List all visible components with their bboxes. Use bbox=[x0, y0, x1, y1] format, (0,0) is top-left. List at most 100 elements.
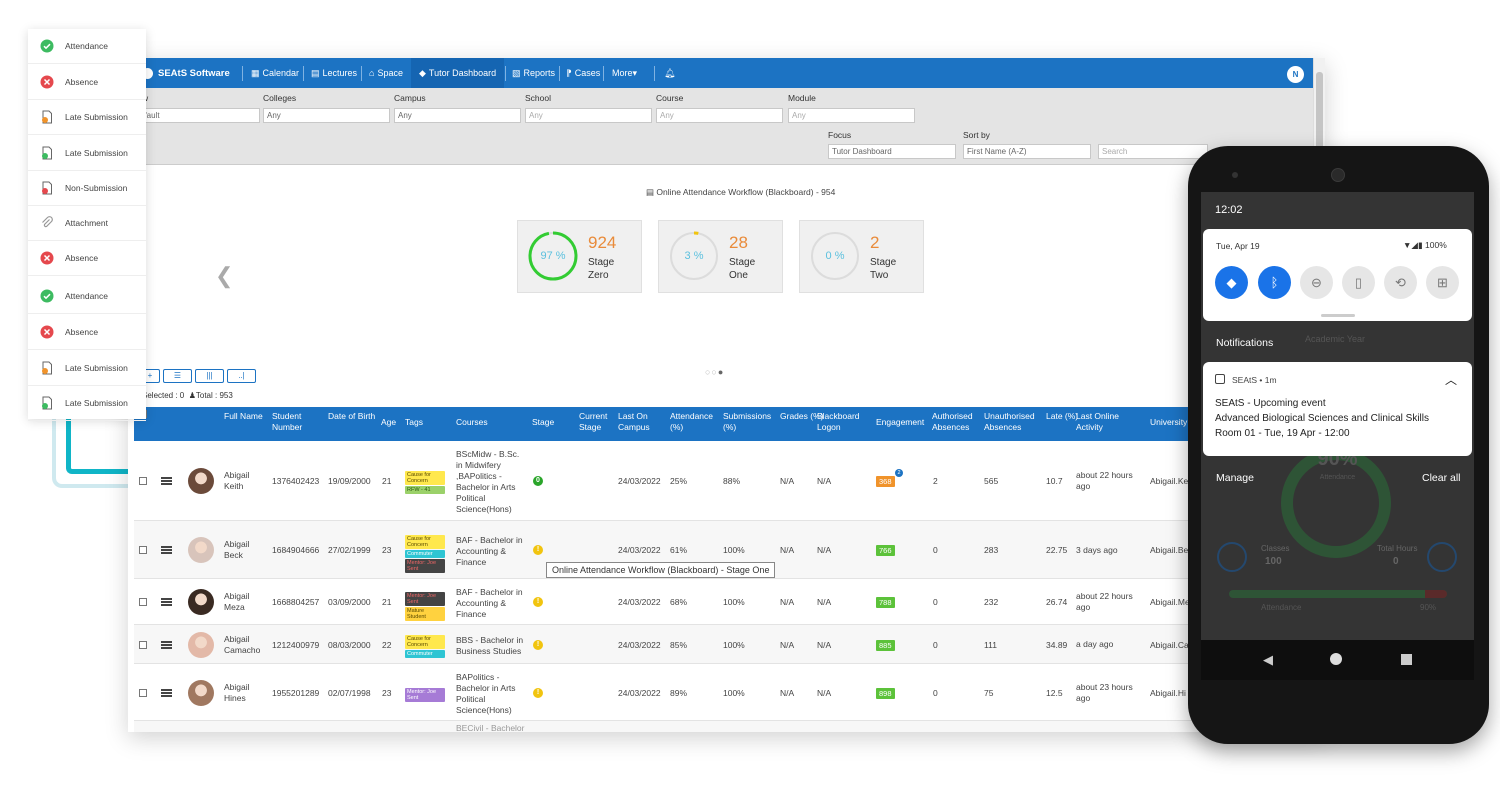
column-view-button[interactable]: ||| bbox=[195, 369, 224, 383]
row-menu-icon[interactable] bbox=[161, 546, 172, 554]
tag-badge[interactable]: Mentor: Joe Sent bbox=[405, 687, 445, 702]
student-name[interactable]: Abigail Meza bbox=[224, 591, 250, 613]
student-name[interactable]: Abigail Hines bbox=[224, 682, 250, 704]
activity-item[interactable]: Late Submission bbox=[28, 386, 146, 421]
manage-button[interactable]: Manage bbox=[1216, 472, 1254, 484]
table-row[interactable]: BECivil - Bachelor bbox=[134, 721, 1313, 732]
activity-item[interactable]: Non-Submission bbox=[28, 171, 146, 206]
bluetooth-toggle-icon[interactable]: ᛒ bbox=[1258, 266, 1291, 299]
tag-badge[interactable]: Cause for Concern bbox=[405, 471, 445, 485]
activity-item[interactable]: Attendance bbox=[28, 29, 146, 64]
column-header[interactable]: Student Number bbox=[272, 411, 324, 433]
activity-item[interactable]: Late Submission bbox=[28, 100, 146, 135]
sort-select[interactable]: First Name (A-Z) bbox=[963, 144, 1091, 159]
activity-item[interactable]: Late Submission bbox=[28, 136, 146, 171]
column-header[interactable]: Courses bbox=[456, 417, 488, 428]
stage-indicator[interactable]: ! bbox=[533, 639, 543, 650]
column-header[interactable]: Unauthorised Absences bbox=[984, 411, 1036, 433]
activity-item[interactable]: Absence bbox=[28, 65, 146, 100]
notification-card[interactable]: SEAtS • 1m ︿ SEAtS - Upcoming event Adva… bbox=[1203, 362, 1472, 456]
column-header[interactable]: University bbox=[1150, 417, 1187, 428]
recents-icon[interactable] bbox=[1401, 654, 1412, 665]
column-header[interactable]: Engagement bbox=[876, 417, 924, 428]
colleges-select[interactable]: Any bbox=[263, 108, 390, 123]
workflow-card-stage-one[interactable]: 3 % 28 Stage One bbox=[658, 220, 783, 293]
nav-lectures[interactable]: ▤ Lectures bbox=[311, 58, 357, 88]
avatar[interactable] bbox=[188, 589, 214, 615]
dnd-toggle-icon[interactable]: ⊖ bbox=[1300, 266, 1333, 299]
wifi-toggle-icon[interactable]: ◆ bbox=[1215, 266, 1248, 299]
activity-item[interactable]: Absence bbox=[28, 315, 146, 350]
activity-item[interactable]: Attachment bbox=[28, 206, 146, 241]
tag-badge[interactable]: Commuter bbox=[405, 649, 445, 658]
flashlight-toggle-icon[interactable]: ▯ bbox=[1342, 266, 1375, 299]
engagement-badge[interactable]: 898 bbox=[876, 687, 895, 699]
clear-all-button[interactable]: Clear all bbox=[1422, 472, 1461, 484]
bell-icon[interactable]: 🔔︎ bbox=[664, 58, 675, 88]
column-header[interactable]: Age bbox=[381, 417, 396, 428]
engagement-badge[interactable]: 885 bbox=[876, 639, 895, 651]
workflow-card-stage-two[interactable]: 0 % 2 Stage Two bbox=[799, 220, 924, 293]
student-name[interactable]: Abigail Beck bbox=[224, 539, 250, 561]
chart-view-button[interactable]: ..| bbox=[227, 369, 256, 383]
column-header[interactable]: Submissions (%) bbox=[723, 411, 775, 433]
nav-more[interactable]: More▾ bbox=[612, 58, 637, 88]
column-header[interactable]: Attendance (%) bbox=[670, 411, 722, 433]
search-input[interactable]: Search bbox=[1098, 144, 1208, 159]
row-menu-icon[interactable] bbox=[161, 598, 172, 606]
column-header[interactable]: Stage bbox=[532, 417, 554, 428]
avatar[interactable] bbox=[188, 537, 214, 563]
avatar[interactable] bbox=[188, 468, 214, 494]
nav-cases[interactable]: ⁋ Cases bbox=[566, 58, 600, 88]
brand-logo[interactable]: SEAtS Software bbox=[142, 58, 230, 88]
nav-space[interactable]: ⌂ Space bbox=[369, 58, 403, 88]
column-header[interactable]: Last On Campus bbox=[618, 411, 670, 433]
nav-tutor-dashboard[interactable]: ◆ Tutor Dashboard bbox=[411, 58, 505, 88]
table-row[interactable]: Abigail Meza 1668804257 03/09/2000 21 Mentor:… bbox=[134, 579, 1313, 625]
column-header[interactable]: Date of Birth bbox=[328, 411, 380, 422]
view-select[interactable]: efault bbox=[136, 108, 260, 123]
workflow-card-stage-zero[interactable]: 97 % 924 Stage Zero bbox=[517, 220, 642, 293]
row-menu-icon[interactable] bbox=[161, 477, 172, 485]
activity-item[interactable]: Absence bbox=[28, 241, 146, 276]
tag-badge[interactable]: Cause for Concern bbox=[405, 634, 445, 649]
column-header[interactable]: Last Online Activity bbox=[1076, 411, 1128, 433]
panel-handle[interactable] bbox=[1321, 314, 1355, 317]
carousel-dots[interactable]: ○○● bbox=[705, 367, 724, 377]
stage-indicator[interactable]: ! bbox=[533, 597, 543, 607]
back-icon[interactable]: ◀ bbox=[1263, 652, 1273, 668]
school-select[interactable]: Any bbox=[525, 108, 652, 123]
engagement-badge[interactable]: 368 bbox=[876, 476, 895, 487]
column-header[interactable]: Authorised Absences bbox=[932, 411, 984, 433]
avatar[interactable] bbox=[188, 631, 214, 658]
row-checkbox[interactable] bbox=[139, 546, 147, 554]
tag-badge[interactable]: RFW - 41 bbox=[405, 486, 445, 494]
home-icon[interactable] bbox=[1330, 653, 1342, 665]
tag-badge[interactable]: Cause for Concern bbox=[405, 535, 445, 549]
collapse-chevron-icon[interactable]: ︿ bbox=[1445, 371, 1457, 388]
battery-saver-toggle-icon[interactable]: ⊞ bbox=[1426, 266, 1459, 299]
nav-reports[interactable]: ▧ Reports bbox=[512, 58, 555, 88]
student-name[interactable]: Abigail Keith bbox=[224, 470, 250, 492]
column-header[interactable]: Full Name bbox=[224, 411, 276, 422]
course-select[interactable]: Any bbox=[656, 108, 783, 123]
avatar[interactable] bbox=[188, 679, 214, 706]
column-header[interactable]: Tags bbox=[405, 417, 423, 428]
activity-item[interactable]: Attendance bbox=[28, 279, 146, 314]
campus-select[interactable]: Any bbox=[394, 108, 521, 123]
carousel-prev-icon[interactable]: ❮ bbox=[215, 263, 233, 289]
table-row[interactable]: Abigail Camacho 1212400979 08/03/2000 22 Caus… bbox=[134, 625, 1313, 664]
row-menu-icon[interactable] bbox=[161, 640, 172, 649]
rotate-toggle-icon[interactable]: ⟲ bbox=[1384, 266, 1417, 299]
user-avatar[interactable]: N bbox=[1287, 66, 1304, 83]
stage-indicator[interactable]: ! bbox=[533, 687, 543, 698]
tag-badge[interactable]: Mentor: Joe Sent bbox=[405, 559, 445, 573]
list-view-button[interactable]: ☰ bbox=[163, 369, 192, 383]
row-checkbox[interactable] bbox=[139, 640, 147, 649]
focus-select[interactable]: Tutor Dashboard bbox=[828, 144, 956, 159]
student-name[interactable]: Abigail Camacho bbox=[224, 634, 260, 656]
stage-indicator[interactable]: ! bbox=[533, 545, 543, 555]
engagement-badge[interactable]: 766 bbox=[876, 545, 895, 556]
tag-badge[interactable]: Commuter bbox=[405, 550, 445, 558]
row-checkbox[interactable] bbox=[139, 688, 147, 697]
